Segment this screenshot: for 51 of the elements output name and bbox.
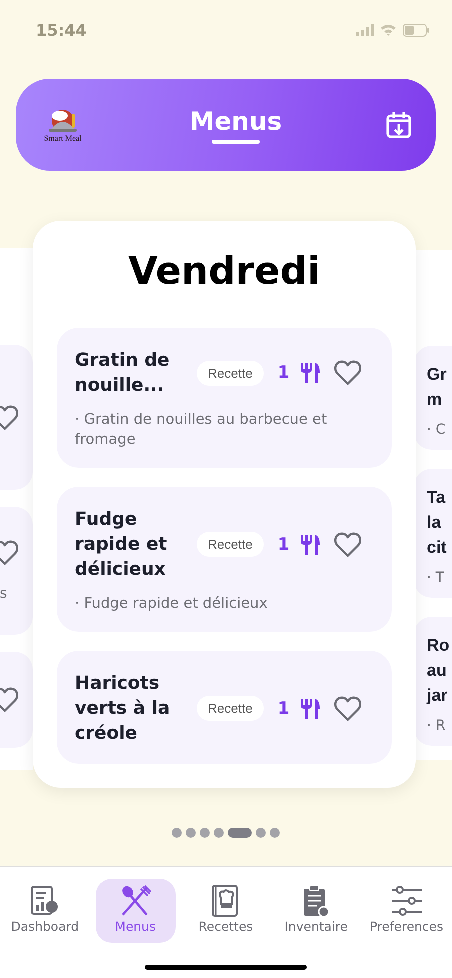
recipe-button[interactable]: Recette xyxy=(197,360,264,386)
title-underline xyxy=(212,140,260,144)
meal-title: Gr xyxy=(427,364,448,386)
meal-description: s xyxy=(0,586,8,602)
servings-count: 1 xyxy=(278,363,290,383)
heart-icon[interactable] xyxy=(334,696,362,722)
servings-count: 1 xyxy=(278,534,290,554)
page-dot[interactable] xyxy=(270,828,280,838)
clock-time: 15:44 xyxy=(36,20,87,40)
nav-tab[interactable]: Menus xyxy=(96,879,176,943)
heart-icon[interactable] xyxy=(334,532,362,558)
sliders-icon xyxy=(390,885,424,917)
meal-title: Haricots verts à la créole xyxy=(75,672,172,746)
meal-title: au xyxy=(427,660,448,682)
meal-description: · T xyxy=(427,570,446,586)
recipe-button[interactable]: Recette xyxy=(197,696,264,721)
meal-title: la xyxy=(427,512,442,534)
heart-icon[interactable] xyxy=(334,360,362,386)
meal-description: · C xyxy=(427,422,447,438)
meal-description: · Gratin de nouilles au barbecue et fromage xyxy=(75,411,328,450)
page-dot[interactable] xyxy=(200,828,210,838)
recipe-button[interactable]: Recette xyxy=(197,532,264,557)
nav-tab[interactable]: Dashboard xyxy=(5,879,86,943)
nav-tab[interactable]: Recettes xyxy=(186,879,266,943)
meal-title: Gratin de nouille... xyxy=(75,349,171,398)
meal-title: Fudge rapide et délicieux xyxy=(75,508,168,582)
chef-cloche-icon xyxy=(46,108,80,134)
calendar-download-icon[interactable] xyxy=(386,111,412,139)
day-title: Vendredi xyxy=(127,248,322,295)
fork-knife-icon xyxy=(300,362,320,384)
page-dot[interactable] xyxy=(186,828,196,838)
page-dot[interactable] xyxy=(214,828,224,838)
logo-text: Smart Meal xyxy=(44,134,82,142)
meal-description: · R xyxy=(427,718,447,734)
meal-title: m xyxy=(427,389,444,411)
page-title: Menus xyxy=(190,106,282,136)
meal-title: jar xyxy=(427,685,449,707)
meal-title: Ro xyxy=(427,635,451,657)
nav-tab[interactable]: Inventaire xyxy=(276,879,356,943)
fork-knife-icon xyxy=(300,534,320,556)
nav-tab[interactable]: Preferences xyxy=(366,879,447,943)
meal-title: Ta xyxy=(427,487,447,509)
servings-count: 1 xyxy=(278,698,290,718)
wifi-icon xyxy=(380,24,397,36)
page-dot[interactable] xyxy=(256,828,266,838)
page-dot[interactable] xyxy=(172,828,182,838)
meal-title: cit xyxy=(427,537,448,559)
signal-icon xyxy=(356,24,374,36)
meal-description: · Fudge rapide et délicieux xyxy=(75,595,269,614)
fork-knife-icon xyxy=(300,698,320,720)
battery-icon xyxy=(403,24,430,36)
